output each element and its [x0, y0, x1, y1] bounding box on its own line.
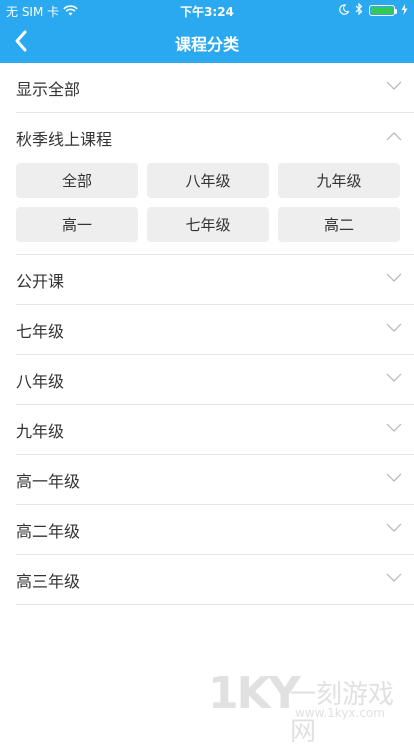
chevron-down-icon: [386, 373, 402, 387]
battery-icon: [369, 5, 397, 16]
chevron-down-icon: [386, 81, 402, 95]
moon-icon: [339, 3, 350, 18]
category-label: 高二年级: [16, 521, 81, 541]
category-label: 七年级: [16, 321, 65, 341]
chevron-down-icon: [386, 523, 402, 537]
category-row-senior-1[interactable]: 高一年级: [16, 455, 414, 505]
category-row-senior-2[interactable]: 高二年级: [16, 505, 414, 555]
category-header[interactable]: 秋季线上课程: [16, 113, 414, 163]
site-watermark: 1KY 一刻游戏网 www.1kyx.com: [200, 668, 414, 747]
category-label: 高一年级: [16, 471, 81, 491]
category-row-fall-online: 秋季线上课程 全部 八年级 九年级 高一 七年级 高二: [16, 113, 414, 255]
category-row-grade-7[interactable]: 七年级: [16, 305, 414, 355]
category-row-senior-3[interactable]: 高三年级: [16, 555, 414, 605]
subcategory-grid: 全部 八年级 九年级 高一 七年级 高二: [16, 163, 414, 242]
chevron-down-icon: [386, 423, 402, 437]
category-label: 高三年级: [16, 571, 81, 591]
category-row-grade-9[interactable]: 九年级: [16, 405, 414, 455]
chevron-down-icon: [386, 323, 402, 337]
status-bar: 无 SIM 卡 下午3:24: [0, 0, 414, 20]
category-label: 秋季线上课程: [16, 130, 113, 149]
chip-grade-7[interactable]: 七年级: [147, 207, 269, 242]
page-title: 课程分类: [174, 35, 239, 54]
category-label: 显示全部: [16, 79, 81, 99]
nav-bar: 课程分类: [0, 20, 414, 63]
category-label: 九年级: [16, 421, 65, 441]
watermark-url: www.1kyx.com: [295, 706, 385, 720]
chevron-down-icon: [386, 273, 402, 287]
chevron-down-icon: [386, 573, 402, 587]
charging-icon: [401, 3, 408, 18]
bluetooth-icon: [355, 2, 363, 18]
category-row-all[interactable]: 显示全部: [16, 63, 414, 113]
category-label: 公开课: [16, 271, 65, 291]
chevron-down-icon: [386, 473, 402, 487]
chip-senior-2[interactable]: 高二: [278, 207, 400, 242]
category-label: 八年级: [16, 371, 65, 391]
chip-senior-1[interactable]: 高一: [16, 207, 138, 242]
category-row-grade-8[interactable]: 八年级: [16, 355, 414, 405]
chip-grade-8[interactable]: 八年级: [147, 163, 269, 198]
watermark-logo: 1KY: [208, 668, 301, 719]
category-list: 显示全部 秋季线上课程 全部 八年级 九年级 高一 七年级 高二 公开课 七年级: [0, 63, 414, 605]
category-row-open-class[interactable]: 公开课: [16, 255, 414, 305]
chip-all[interactable]: 全部: [16, 163, 138, 198]
app-header: 无 SIM 卡 下午3:24 课程分类: [0, 0, 414, 63]
chip-grade-9[interactable]: 九年级: [278, 163, 400, 198]
chevron-up-icon: [386, 131, 402, 145]
